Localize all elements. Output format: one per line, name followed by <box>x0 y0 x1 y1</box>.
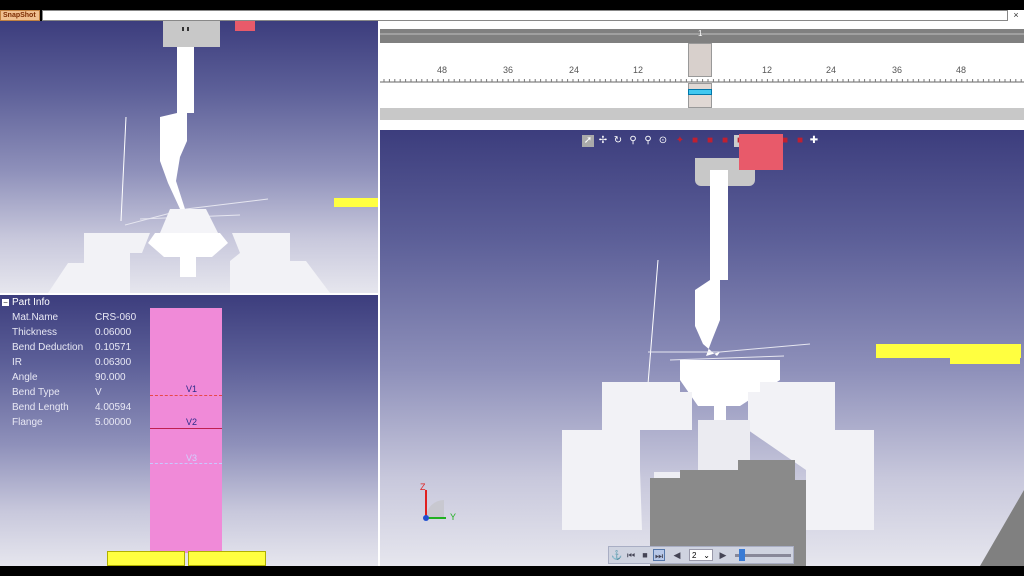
tab-snapshot[interactable]: SnapShot <box>0 10 40 21</box>
value-bend-length: 4.00594 <box>95 402 132 413</box>
lower-beam <box>380 108 1024 120</box>
step-back-icon[interactable]: ◀ <box>671 549 683 561</box>
label-flange: Flange <box>12 417 43 428</box>
yellow-gauge-left <box>107 551 185 566</box>
chevron-down-icon: ⌄ <box>703 551 710 560</box>
bend-label-v2: V2 <box>186 417 198 427</box>
label-mat-name: Mat.Name <box>12 312 59 323</box>
label-bend-deduction: Bend Deduction <box>12 342 84 353</box>
tick-label: 24 <box>826 65 837 75</box>
tick-label: 12 <box>762 65 773 75</box>
bend-label-v1: V1 <box>186 384 198 394</box>
bending-scene-svg <box>48 47 330 293</box>
value-thickness: 0.06000 <box>95 327 132 338</box>
play-icon[interactable]: ▶ <box>717 549 729 561</box>
tool-layout-pane[interactable]: 1 48 36 24 12 12 24 36 48 <box>380 21 1024 125</box>
axis-z-label: Z <box>420 482 426 492</box>
corner-grey <box>980 490 1024 566</box>
label-thickness: Thickness <box>12 327 58 338</box>
sheet-flange-left <box>120 116 127 222</box>
left-support <box>48 233 150 293</box>
status-bar <box>0 566 1024 576</box>
step-select[interactable]: 2 ⌄ <box>689 549 713 561</box>
sheet-line-main <box>669 355 785 361</box>
tick-label: 12 <box>633 65 644 75</box>
axis-y-label: Y <box>450 512 457 522</box>
step-value: 2 <box>692 551 697 560</box>
tick-label: 48 <box>437 65 448 75</box>
die-station[interactable] <box>688 83 712 108</box>
tick-label: 36 <box>503 65 514 75</box>
bend-line-v3[interactable] <box>150 463 222 464</box>
skip-start-icon[interactable]: ⏮ <box>625 549 637 561</box>
side-view-pane[interactable] <box>0 21 378 293</box>
value-bend-type: V <box>95 387 102 398</box>
close-icon[interactable]: × <box>1008 10 1024 21</box>
label-bend-length: Bend Length <box>12 402 69 413</box>
command-input[interactable] <box>42 10 1008 21</box>
yellow-backgauge <box>334 198 378 207</box>
sheet-line <box>185 198 269 210</box>
tick-label: 48 <box>956 65 967 75</box>
tick-label: 36 <box>892 65 903 75</box>
value-flange: 5.00000 <box>95 417 132 428</box>
yellow-gauge-right <box>188 551 266 566</box>
main-3d-view[interactable]: ➚ ✢ ↻ ⚲ ⚲ ⊙ ✦ ■ ■ ■ ■ ■ ■ ■ ■ ✚ <box>380 130 1024 566</box>
sheet-line-main <box>719 343 811 353</box>
yellow-backgauge-main <box>876 344 1021 358</box>
bend-line-v1[interactable] <box>150 395 222 396</box>
anchor-icon[interactable]: ⚓ <box>611 549 623 561</box>
flat-part[interactable] <box>150 308 222 553</box>
bend-line-v2[interactable] <box>150 428 222 429</box>
timeline-thumb[interactable] <box>739 549 745 561</box>
station-marker-label: 1 <box>698 29 703 38</box>
sheet-flange-left-main <box>647 259 659 385</box>
ruler-scale <box>380 79 1024 83</box>
label-ir: IR <box>12 357 22 368</box>
value-angle: 90.000 <box>95 372 126 383</box>
yellow-backgauge-step <box>950 358 1020 364</box>
title-bar <box>0 0 1024 10</box>
collapse-icon[interactable]: − <box>2 299 9 307</box>
value-mat-name: CRS-060 <box>95 312 137 323</box>
skip-end-icon[interactable]: ⏭ <box>653 549 665 561</box>
stop-icon[interactable]: ■ <box>639 549 651 561</box>
punch <box>160 47 194 209</box>
label-bend-type: Bend Type <box>12 387 60 398</box>
punch-main <box>695 170 728 356</box>
part-info-header: Part Info <box>12 297 50 308</box>
punch-station[interactable] <box>688 43 712 77</box>
part-info-pane: − Part Info Mat.Name CRS-060 Thickness 0… <box>0 295 378 566</box>
die-highlight <box>688 89 712 95</box>
playback-bar: ⚓ ⏮ ■ ⏭ ◀ 2 ⌄ ▶ <box>608 546 794 564</box>
bend-label-v3: V3 <box>186 453 198 463</box>
die-v <box>160 209 218 233</box>
value-bend-deduction: 0.10571 <box>95 342 132 353</box>
label-angle: Angle <box>12 372 38 383</box>
value-ir: 0.06300 <box>95 357 132 368</box>
lower-die <box>148 233 228 277</box>
right-support <box>230 233 330 293</box>
tick-label: 24 <box>569 65 580 75</box>
